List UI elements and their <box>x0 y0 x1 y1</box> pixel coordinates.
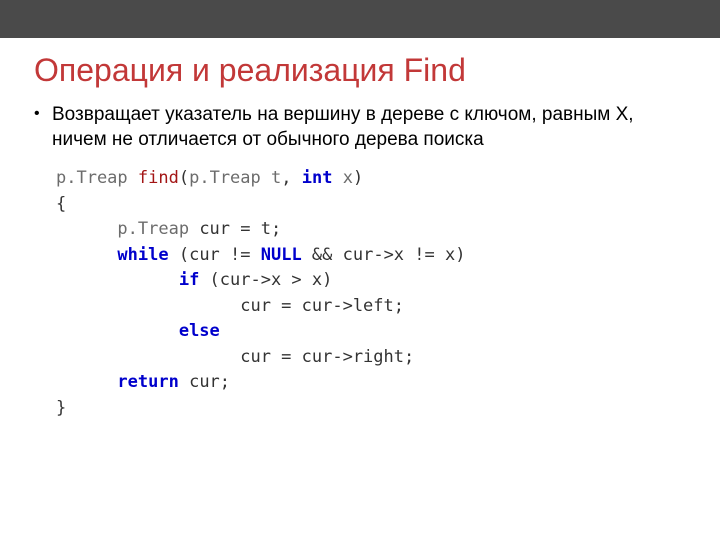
code-line: if (cur->x > x) <box>56 268 686 294</box>
code-cond: (cur != <box>169 245 261 265</box>
code-type: p.Treap <box>56 168 128 188</box>
code-return-val: cur; <box>179 372 230 392</box>
code-else: else <box>179 321 220 341</box>
code-return: return <box>117 372 178 392</box>
code-null: NULL <box>261 245 302 265</box>
code-line: } <box>56 396 686 422</box>
slide-content: Операция и реализация Find Возвращает ук… <box>0 38 720 421</box>
code-param-x: x <box>332 168 352 188</box>
code-line: return cur; <box>56 370 686 396</box>
code-line: cur = cur->left; <box>56 294 686 320</box>
slide-title: Операция и реализация Find <box>34 52 686 89</box>
code-line: { <box>56 192 686 218</box>
code-line: else <box>56 319 686 345</box>
code-type: p.Treap <box>117 219 189 239</box>
code-while: while <box>117 245 168 265</box>
code-comma: , <box>281 168 301 188</box>
code-line: p.Treap find(p.Treap t, int x) <box>56 166 686 192</box>
code-line: p.Treap cur = t; <box>56 217 686 243</box>
code-param-type: p.Treap <box>189 168 261 188</box>
code-func-name: find <box>138 168 179 188</box>
code-decl: cur = t; <box>189 219 281 239</box>
code-paren-close: ) <box>353 168 363 188</box>
code-int: int <box>302 168 333 188</box>
top-bar <box>0 0 720 38</box>
code-brace: { <box>56 194 66 214</box>
code-if: if <box>179 270 199 290</box>
code-param-name: t <box>261 168 281 188</box>
code-block: p.Treap find(p.Treap t, int x) { p.Treap… <box>34 166 686 421</box>
code-assign: cur = cur->left; <box>240 296 404 316</box>
code-cond-rest: && cur->x != x) <box>302 245 466 265</box>
code-brace-close: } <box>56 398 66 418</box>
code-line: cur = cur->right; <box>56 345 686 371</box>
code-paren: ( <box>179 168 189 188</box>
bullet-text: Возвращает указатель на вершину в дереве… <box>34 103 686 152</box>
code-line: while (cur != NULL && cur->x != x) <box>56 243 686 269</box>
code-if-cond: (cur->x > x) <box>199 270 332 290</box>
code-assign-right: cur = cur->right; <box>240 347 414 367</box>
